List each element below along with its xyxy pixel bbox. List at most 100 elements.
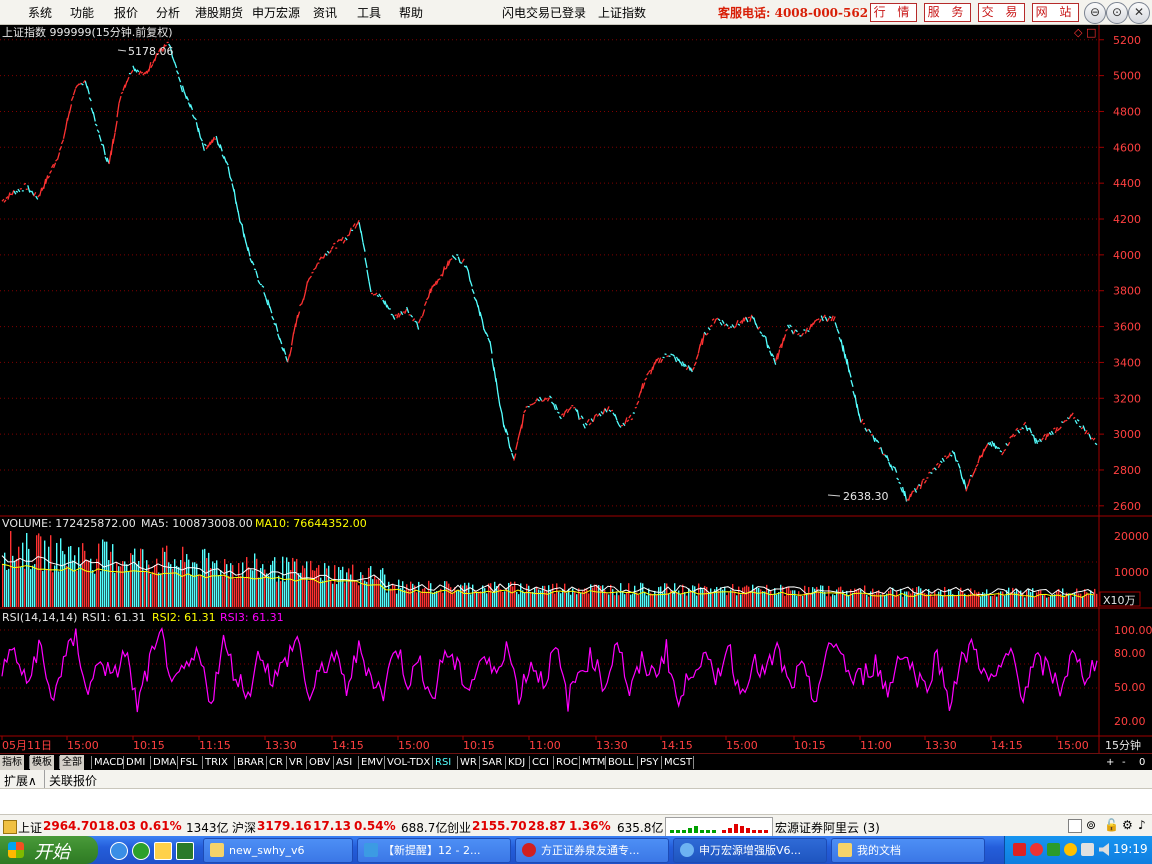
volume-bar xyxy=(474,590,476,607)
tab-fsl[interactable]: FSL xyxy=(178,755,200,770)
menu-system[interactable]: 系统 xyxy=(28,4,52,21)
tab-wr[interactable]: WR xyxy=(458,755,479,770)
tab-mcst[interactable]: MCST xyxy=(662,755,694,770)
volume-bar xyxy=(1054,594,1056,607)
price-segment xyxy=(112,132,116,144)
volume-bar xyxy=(58,571,60,607)
start-button[interactable]: 开始 xyxy=(0,836,98,864)
high-price-label: 5178.06 xyxy=(128,45,174,58)
tab-vr[interactable]: VR xyxy=(287,755,305,770)
price-segment xyxy=(513,453,517,461)
tab-emv[interactable]: EMV xyxy=(359,755,385,770)
ie-icon[interactable] xyxy=(110,842,128,860)
diamond-icon[interactable]: ◇ xyxy=(1074,26,1083,39)
tab--[interactable]: 指标 xyxy=(0,755,24,770)
price-segment xyxy=(134,68,138,73)
period-label[interactable]: 15分钟 xyxy=(1105,738,1141,752)
task-founder-securities[interactable]: 方正证券泉友通专... xyxy=(515,838,669,863)
tab-dma[interactable]: DMA xyxy=(151,755,178,770)
tab-dmi[interactable]: DMI xyxy=(124,755,147,770)
website-button[interactable]: 网 站 xyxy=(1032,3,1079,22)
tab-cci[interactable]: CCI xyxy=(530,755,551,770)
tab-macd[interactable]: MACD xyxy=(92,755,126,770)
tray-volume-icon[interactable] xyxy=(1099,843,1109,856)
zoom-in-button[interactable]: + xyxy=(1104,755,1116,770)
desktop-icon[interactable] xyxy=(154,842,172,860)
expand-tab[interactable]: 扩展∧ xyxy=(4,772,37,789)
tab--[interactable]: 模板 xyxy=(30,755,54,770)
volume-bar xyxy=(920,588,922,607)
related-quotes-tab[interactable]: 关联报价 xyxy=(49,772,97,789)
volume-bar xyxy=(162,547,164,607)
market-button[interactable]: 行 情 xyxy=(870,3,917,22)
tray-shield-icon[interactable] xyxy=(1081,843,1094,856)
zoom-out-button[interactable]: - xyxy=(1120,755,1128,770)
tab-trix[interactable]: TRIX xyxy=(203,755,230,770)
price-segment xyxy=(664,353,667,356)
trade-button[interactable]: 交 易 xyxy=(978,3,1025,22)
price-segment xyxy=(864,427,868,432)
tray-network-icon[interactable] xyxy=(1047,843,1060,856)
volume-bar xyxy=(776,594,778,607)
menu-shenwan[interactable]: 申万宏源 xyxy=(252,4,300,21)
close-icon[interactable]: ✕ xyxy=(1128,2,1150,24)
price-segment xyxy=(33,191,37,197)
panel-toggle-icon[interactable]: □ xyxy=(1086,26,1096,39)
restore-icon[interactable]: ⊙ xyxy=(1106,2,1128,24)
tab-kdj[interactable]: KDJ xyxy=(506,755,527,770)
volume-bar xyxy=(46,569,48,607)
price-segment xyxy=(456,253,459,256)
reset-button[interactable]: 0 xyxy=(1137,755,1147,770)
task-my-documents[interactable]: 我的文档 xyxy=(831,838,985,863)
price-segment xyxy=(197,127,202,138)
volume-bar xyxy=(800,594,802,607)
tab-mtm[interactable]: MTM xyxy=(580,755,607,770)
menu-quotes[interactable]: 报价 xyxy=(114,4,138,21)
menu-news[interactable]: 资讯 xyxy=(313,4,337,21)
price-segment xyxy=(1070,412,1074,417)
task-shenwan[interactable]: 申万宏源增强版V6... xyxy=(673,838,827,863)
price-segment xyxy=(171,57,176,63)
tray-update-icon[interactable] xyxy=(1064,843,1077,856)
market-icon[interactable] xyxy=(3,820,17,834)
lock-icon[interactable]: 🔓 xyxy=(1104,818,1119,832)
service-button[interactable]: 服 务 xyxy=(924,3,971,22)
minimize-icon[interactable]: ⊖ xyxy=(1084,2,1106,24)
volume-bar xyxy=(558,591,560,607)
task-folder[interactable]: new_swhy_v6 xyxy=(203,838,353,863)
tab--[interactable]: 全部 xyxy=(60,755,84,770)
chart-area[interactable]: 上证指数 999999(15分钟.前复权) 5178.06 2638.30 ◇ … xyxy=(0,25,1152,753)
volume-bar xyxy=(392,583,394,607)
volume-bar xyxy=(838,587,840,607)
menu-analysis[interactable]: 分析 xyxy=(156,4,180,21)
tab-sar[interactable]: SAR xyxy=(480,755,504,770)
tab-roc[interactable]: ROC xyxy=(554,755,580,770)
server-name[interactable]: 宏源证券阿里云 (3) xyxy=(775,819,880,836)
tab-asi[interactable]: ASI xyxy=(334,755,354,770)
menu-help[interactable]: 帮助 xyxy=(399,4,423,21)
menu-tools[interactable]: 工具 xyxy=(357,4,381,21)
chart-app-icon[interactable] xyxy=(176,842,194,860)
volume-bar xyxy=(370,566,372,607)
tab-cr[interactable]: CR xyxy=(267,755,285,770)
tab-vol-tdx[interactable]: VOL-TDX xyxy=(385,755,432,770)
sound-icon[interactable]: ♪ xyxy=(1138,818,1146,832)
menu-function[interactable]: 功能 xyxy=(70,4,94,21)
volume-bar xyxy=(950,589,952,607)
price-segment xyxy=(481,319,485,331)
layout-icon[interactable] xyxy=(1068,819,1082,833)
settings-icon[interactable]: ⚙ xyxy=(1122,818,1133,832)
tab-rsi[interactable]: RSI xyxy=(433,755,453,770)
tab-brar[interactable]: BRAR xyxy=(235,755,266,770)
price-segment xyxy=(257,279,261,285)
volume-bar xyxy=(528,585,530,607)
task-reminder[interactable]: 【新提醒】12 - 2... xyxy=(357,838,511,863)
tab-psy[interactable]: PSY xyxy=(638,755,661,770)
price-segment xyxy=(88,97,92,102)
tray-app-icon[interactable] xyxy=(1013,843,1026,856)
menu-hk-futures[interactable]: 港股期货 xyxy=(195,4,243,21)
browser-icon[interactable] xyxy=(132,842,150,860)
tray-security-icon[interactable] xyxy=(1030,843,1043,856)
tab-obv[interactable]: OBV xyxy=(307,755,332,770)
tab-boll[interactable]: BOLL xyxy=(606,755,636,770)
